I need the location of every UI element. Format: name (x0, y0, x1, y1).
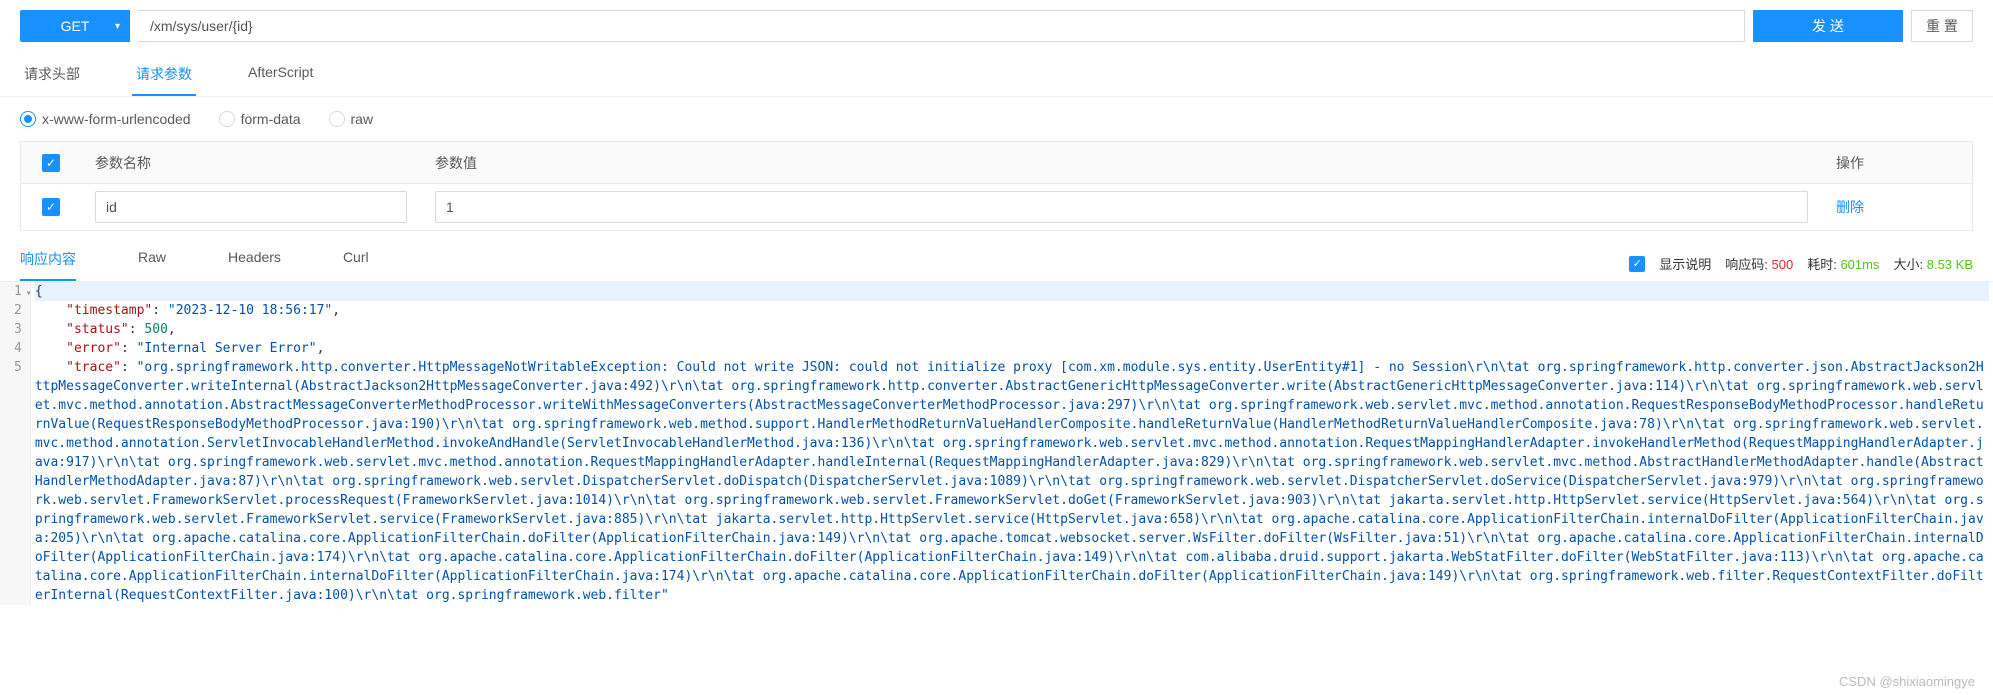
show-desc-label: 显示说明 (1659, 254, 1711, 273)
radio-form-data[interactable]: form-data (219, 111, 301, 127)
code-content[interactable]: { "timestamp": "2023-12-10 18:56:17", "s… (31, 282, 1993, 605)
radio-label: x-www-form-urlencoded (42, 111, 191, 127)
tab-response-headers[interactable]: Headers (228, 249, 281, 281)
params-table: ✓ 参数名称 参数值 操作 ✓ 删除 (20, 141, 1973, 231)
radio-label: raw (351, 111, 374, 127)
radio-circle-icon (219, 111, 235, 127)
col-action: 操作 (1822, 142, 1972, 183)
tab-response-raw[interactable]: Raw (138, 249, 166, 281)
resp-code-value: 500 (1772, 257, 1794, 272)
resp-time-value: 601ms (1840, 257, 1879, 272)
delete-param-link[interactable]: 删除 (1836, 197, 1864, 217)
tab-response-curl[interactable]: Curl (343, 249, 369, 281)
col-value: 参数值 (421, 142, 1822, 183)
reset-button[interactable]: 重 置 (1911, 10, 1973, 42)
watermark: CSDN @shixiaomingye (1839, 674, 1975, 689)
url-input[interactable] (138, 10, 1745, 42)
http-method-select[interactable]: GET ▾ (20, 10, 130, 42)
param-name-input[interactable] (95, 191, 407, 223)
radio-raw[interactable]: raw (329, 111, 374, 127)
line-gutter: 1▾ 2345 (0, 282, 31, 605)
tab-request-headers[interactable]: 请求头部 (20, 54, 84, 96)
radio-circle-icon (329, 111, 345, 127)
col-name: 参数名称 (81, 142, 421, 183)
chevron-down-icon: ▾ (115, 21, 120, 32)
radio-label: form-data (241, 111, 301, 127)
http-method-label: GET (61, 18, 90, 34)
tab-response-content[interactable]: 响应内容 (20, 249, 76, 281)
resp-size-value: 8.53 KB (1927, 257, 1973, 272)
params-header-row: ✓ 参数名称 参数值 操作 (21, 142, 1972, 184)
resp-size-label: 大小: (1893, 257, 1923, 272)
response-meta: ✓ 显示说明 响应码: 500 耗时: 601ms 大小: 8.53 KB (1629, 254, 1973, 281)
param-row: ✓ 删除 (21, 184, 1972, 230)
radio-circle-icon (20, 111, 36, 127)
tab-request-params[interactable]: 请求参数 (132, 54, 196, 96)
radio-urlencoded[interactable]: x-www-form-urlencoded (20, 111, 191, 127)
show-desc-checkbox[interactable]: ✓ (1629, 256, 1645, 272)
response-body[interactable]: 1▾ 2345 { "timestamp": "2023-12-10 18:56… (0, 282, 1993, 605)
row-checkbox[interactable]: ✓ (42, 198, 60, 216)
send-button[interactable]: 发 送 (1753, 10, 1903, 42)
param-value-input[interactable] (435, 191, 1808, 223)
fold-icon[interactable]: ▾ (26, 284, 32, 303)
resp-time-label: 耗时: (1807, 257, 1837, 272)
tab-after-script[interactable]: AfterScript (244, 54, 317, 96)
resp-code-label: 响应码: (1725, 257, 1768, 272)
select-all-checkbox[interactable]: ✓ (42, 154, 60, 172)
